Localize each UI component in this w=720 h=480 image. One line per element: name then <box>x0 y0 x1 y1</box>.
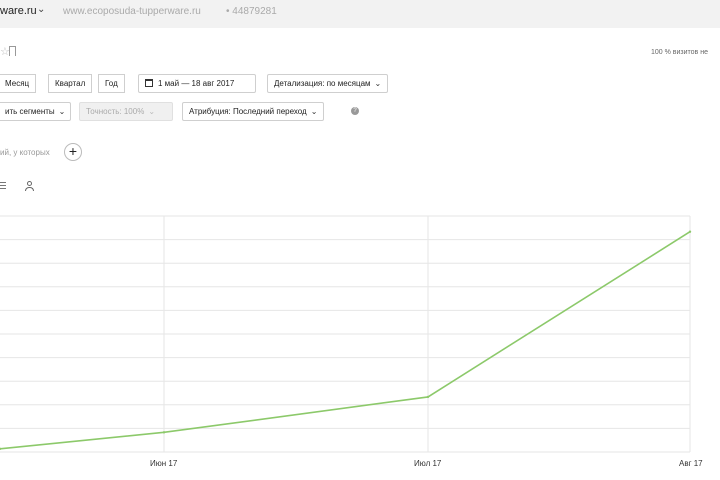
x-tick-label: Июл 17 <box>414 459 442 468</box>
data-point[interactable] <box>688 230 692 233</box>
data-point[interactable] <box>162 431 166 434</box>
chart-x-axis: Июн 17 Июл 17 Авг 17 <box>150 459 703 468</box>
chart-grid <box>0 215 691 453</box>
x-tick-label: Июн 17 <box>150 459 178 468</box>
visits-line-chart: Июн 17 Июл 17 Авг 17 <box>0 215 703 468</box>
data-point[interactable] <box>426 395 430 399</box>
x-tick-label: Авг 17 <box>679 459 703 468</box>
series-line <box>0 231 691 450</box>
